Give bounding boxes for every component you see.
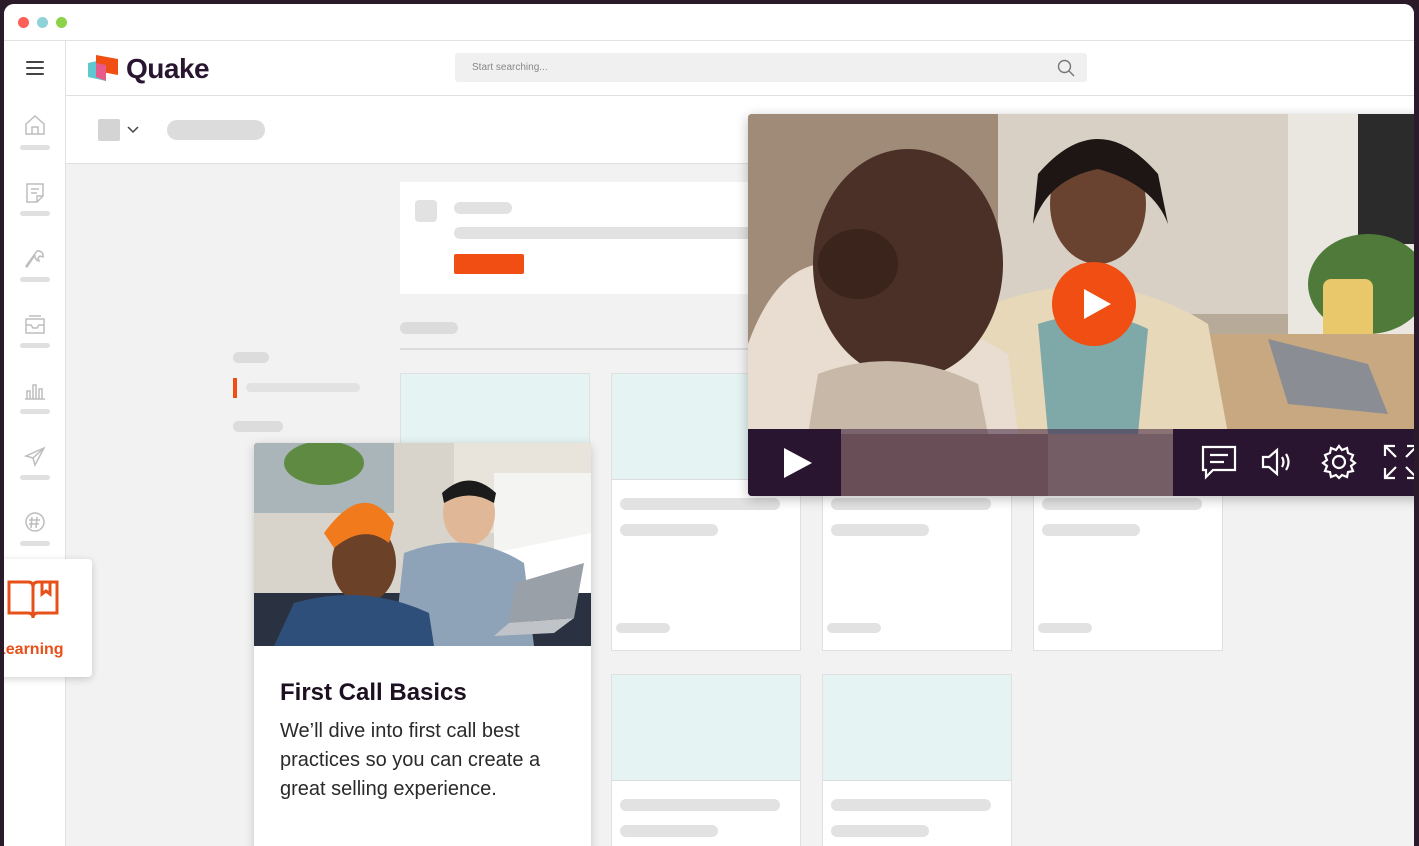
- tile-meta-placeholder: [1038, 623, 1092, 633]
- tile-title-placeholder: [620, 799, 780, 811]
- sidebar-item-learning[interactable]: Learning: [4, 559, 92, 677]
- card-title-placeholder: [454, 202, 512, 214]
- search-input[interactable]: [455, 53, 1035, 82]
- learning-card-description: We’ll dive into first call best practice…: [280, 720, 541, 800]
- video-player[interactable]: [748, 114, 1414, 496]
- tile-subtitle-placeholder: [831, 825, 929, 837]
- big-play-button[interactable]: [1052, 262, 1136, 346]
- video-controls: [748, 429, 1414, 496]
- menu-icon[interactable]: [26, 61, 44, 75]
- sidebar: [4, 41, 66, 846]
- section-heading-placeholder: [400, 322, 458, 334]
- learning-card-title: First Call Basics: [280, 679, 467, 706]
- filter-heading-placeholder: [233, 421, 283, 432]
- course-tile[interactable]: [400, 373, 590, 454]
- brand-name: Quake: [126, 53, 210, 84]
- video-controls-right: [1173, 429, 1414, 496]
- course-tile[interactable]: [611, 674, 801, 846]
- fullscreen-icon[interactable]: [1383, 444, 1414, 480]
- learning-card[interactable]: First Call Basics We’ll dive into first …: [254, 443, 591, 846]
- bar-chart-icon[interactable]: [23, 379, 47, 403]
- tile-subtitle-placeholder: [620, 825, 718, 837]
- tile-subtitle-placeholder: [620, 524, 718, 536]
- card-text-placeholder: [454, 227, 754, 239]
- send-icon[interactable]: [23, 445, 47, 469]
- maximize-window-dot[interactable]: [56, 17, 67, 28]
- content-card: [400, 182, 760, 294]
- sidebar-item-label: [20, 343, 50, 348]
- card-action-button[interactable]: [454, 254, 524, 274]
- home-icon[interactable]: [23, 113, 47, 137]
- hashtag-icon[interactable]: [23, 511, 47, 535]
- quake-logo-icon: [88, 55, 118, 81]
- tile-meta-placeholder: [616, 623, 670, 633]
- tile-title-placeholder: [831, 799, 991, 811]
- sidebar-item-label: [20, 211, 50, 216]
- search-icon[interactable]: [1057, 59, 1075, 77]
- tile-subtitle-placeholder: [831, 524, 929, 536]
- play-icon: [1084, 289, 1111, 319]
- filter-item-placeholder[interactable]: [246, 383, 360, 392]
- chevron-down-icon[interactable]: [127, 126, 139, 134]
- play-button[interactable]: [748, 429, 841, 496]
- tile-title-placeholder: [831, 498, 991, 510]
- learning-card-photo: [254, 443, 591, 646]
- inbox-icon[interactable]: [23, 313, 47, 337]
- book-icon: [7, 580, 59, 619]
- title-bar: [4, 4, 1414, 41]
- tile-subtitle-placeholder: [1042, 524, 1140, 536]
- section-divider: [400, 348, 750, 350]
- app-window: Quake Start searching... First Call Basi…: [4, 4, 1414, 846]
- captions-icon[interactable]: [1201, 444, 1237, 480]
- notes-icon[interactable]: [23, 181, 47, 205]
- tile-meta-placeholder: [827, 623, 881, 633]
- page-title-placeholder: [167, 120, 265, 140]
- wrench-icon[interactable]: [23, 247, 47, 271]
- play-icon: [784, 448, 812, 478]
- volume-icon[interactable]: [1261, 447, 1295, 477]
- card-icon-placeholder: [415, 200, 437, 222]
- filter-heading-placeholder: [233, 352, 269, 363]
- sidebar-item-label: [20, 475, 50, 480]
- sidebar-item-learning-label: Learning: [4, 641, 64, 658]
- sidebar-item-label: [20, 277, 50, 282]
- active-filter-indicator: [233, 378, 237, 398]
- tile-title-placeholder: [620, 498, 780, 510]
- close-window-dot[interactable]: [18, 17, 29, 28]
- search-bar[interactable]: [455, 53, 1087, 82]
- settings-icon[interactable]: [1321, 444, 1357, 480]
- workspace-avatar[interactable]: [98, 119, 120, 141]
- sidebar-item-label: [20, 145, 50, 150]
- course-tile[interactable]: [822, 674, 1012, 846]
- top-header: Quake: [66, 41, 1414, 96]
- sidebar-item-label: [20, 409, 50, 414]
- minimize-window-dot[interactable]: [37, 17, 48, 28]
- tile-title-placeholder: [1042, 498, 1202, 510]
- sidebar-item-label: [20, 541, 50, 546]
